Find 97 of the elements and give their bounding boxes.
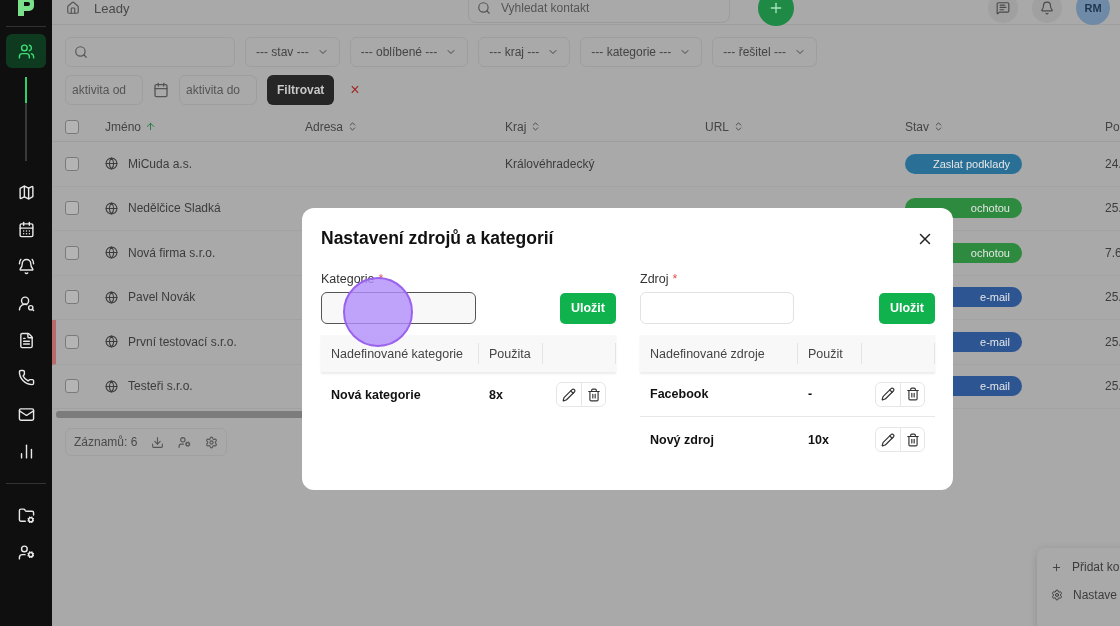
trash-icon [905,387,920,401]
trash-icon [586,387,601,402]
table-cell-text: Královéhradecký [505,156,596,171]
bell-icon [17,257,35,275]
column-header[interactable]: Stav [905,119,1105,134]
mail-icon [17,405,35,423]
dialog-title: Nastavení zdrojů a kategorií [321,228,554,249]
checkbox[interactable] [65,156,79,171]
bell-icon [1040,1,1054,15]
filter-select[interactable]: --- oblíbené --- [349,37,469,67]
home-icon [66,1,80,15]
clear-filter-button[interactable]: × [344,81,366,99]
column-header: Použita [479,343,543,364]
status-badge[interactable]: Zaslat podklady [905,153,1022,174]
menu-item[interactable]: Nastave [1051,588,1120,602]
sidebar-item[interactable] [6,34,46,68]
filter-select[interactable]: --- kategorie --- [580,37,703,67]
download-icon [151,435,165,449]
filter-select[interactable]: --- stav --- [245,37,340,67]
globe-icon [105,246,118,260]
globe-icon [105,201,118,215]
table-cell: 24. [1105,156,1120,171]
column-header[interactable]: Kraj [505,119,705,134]
table-cell: Pavel Novák [105,290,305,305]
sort-icon [145,121,157,132]
notifications-button[interactable] [1032,0,1062,23]
menu-item[interactable]: Přidat ko [1051,560,1120,574]
folder-settings-icon [17,506,35,524]
save-button[interactable]: Uložit [559,292,616,324]
column-header: Použit [798,343,862,364]
globe-icon [105,335,118,349]
checkbox[interactable] [65,290,79,305]
settings-icon [205,435,219,449]
table-cell: Nedělčice Sladká [105,201,305,216]
table-cell-text: 8x [488,387,504,402]
table-cell: První testovací s.r.o. [105,334,305,349]
calendar-icon [17,220,35,238]
date-field[interactable]: aktivita od [65,75,143,105]
globe-icon [105,290,118,304]
search-icon [477,1,491,15]
checkbox[interactable] [65,334,79,349]
pencil-icon [881,432,895,447]
sort-icon [733,121,744,132]
phone-icon [17,368,35,386]
plus-icon [768,0,784,16]
person-icon [17,294,35,312]
checkbox[interactable] [65,119,79,134]
column-header[interactable]: URL [705,119,905,134]
calendar-icon [153,82,169,98]
breadcrumb: Leady [94,0,130,16]
filter-search-field[interactable] [65,37,235,67]
column-header[interactable]: Adresa [305,119,505,134]
table-cell-text: Nová kategorie [330,387,422,402]
input-field[interactable] [640,292,794,324]
checkbox[interactable] [65,379,79,394]
message-icon [996,1,1010,15]
checkbox[interactable] [65,201,79,216]
filter-select[interactable]: --- kraj --- [478,37,571,67]
search-icon [74,45,88,59]
save-button[interactable]: Uložit [878,292,935,324]
table-cell: 25. [1105,334,1120,349]
filter-select[interactable]: --- řešitel --- [712,37,817,67]
messages-button[interactable] [988,0,1018,23]
globe-icon [105,379,118,393]
table-cell: 25. [1105,201,1120,216]
pencil-icon [881,387,895,401]
table-cell: MiCuda a.s. [105,156,305,171]
user-settings-icon [17,543,35,561]
filter-button[interactable]: Filtrovat [267,75,335,105]
table-cell-text: Nový zdroj [649,432,715,447]
table-cell: Nová firma s.r.o. [105,245,305,260]
document-icon [17,331,35,349]
globe-icon [105,157,118,171]
pencil-icon [562,387,576,402]
table-cell-text: 10x [807,432,830,447]
column-header: Nadefinované zdroje [640,343,798,364]
date-field[interactable]: aktivita do [179,75,257,105]
user-settings-icon [178,435,192,449]
settings-icon [1051,589,1063,601]
table-cell: 25. [1105,379,1120,394]
checkbox[interactable] [65,245,79,260]
table-cell: Testeři s.r.o. [105,379,305,394]
table-footer: Záznamů: 6 [65,428,228,456]
trash-icon [905,432,920,447]
table-cell: 25. [1105,290,1120,305]
table-cell-text: Facebook [649,387,710,401]
field-label: Zdroj * [640,272,678,286]
column-header[interactable]: Po [1105,119,1120,134]
field-label: Kategorie * [321,272,384,286]
plus-icon [1051,561,1062,573]
sort-icon [933,121,944,132]
table-cell-text: - [807,387,814,401]
search-field[interactable]: Vyhledat kontakt [468,0,730,23]
map-icon [17,183,35,201]
user-avatar[interactable]: RM [1076,0,1110,25]
users-icon [17,42,35,60]
column-header[interactable]: Jméno [105,119,305,134]
